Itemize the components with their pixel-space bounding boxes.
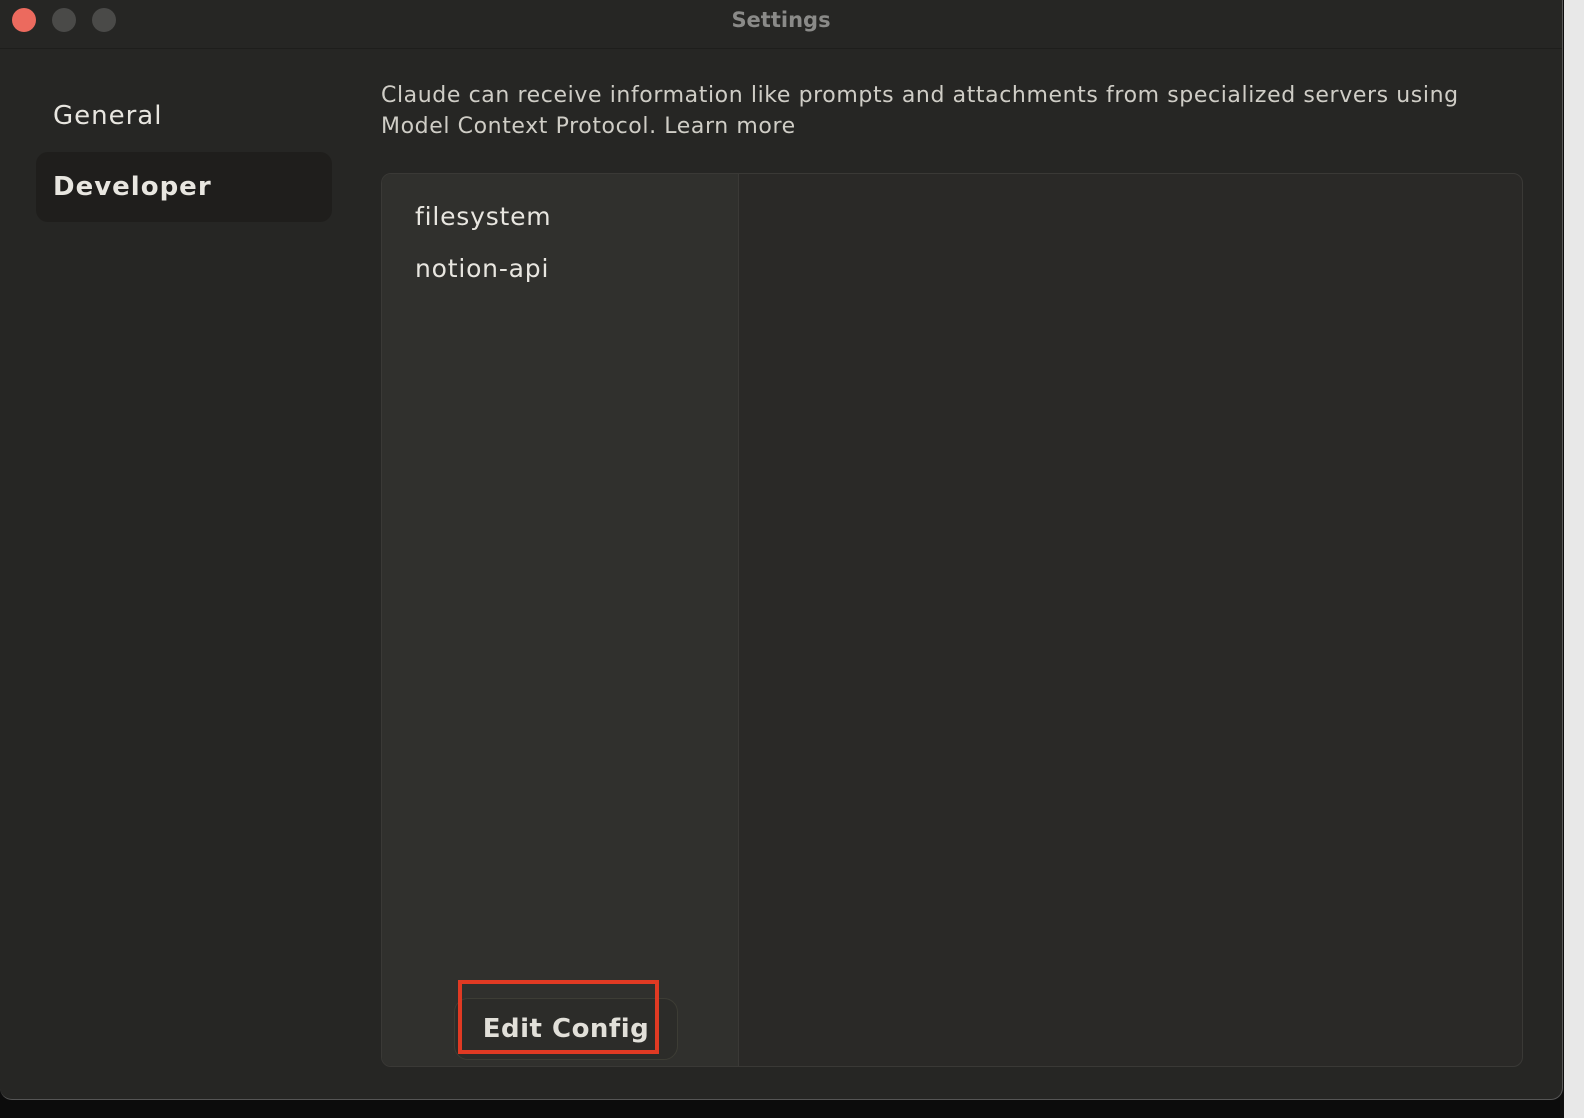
window-title: Settings <box>731 8 831 32</box>
sidebar-item-developer[interactable]: Developer <box>36 152 332 222</box>
sidebar-item-general[interactable]: General <box>36 81 332 151</box>
mcp-description: Claude can receive information like prom… <box>381 80 1501 142</box>
settings-window: Settings General Developer Claude can re… <box>0 0 1563 1100</box>
server-item-filesystem[interactable]: filesystem <box>415 202 551 231</box>
title-bar: Settings <box>0 0 1562 49</box>
mcp-servers-panel: filesystem notion-api Edit Config <box>381 173 1523 1067</box>
server-item-notion-api[interactable]: notion-api <box>415 254 549 283</box>
learn-more-link[interactable]: Learn more <box>664 114 795 139</box>
background-page <box>1564 0 1584 1118</box>
server-list: filesystem notion-api Edit Config <box>382 174 739 1066</box>
description-text: Claude can receive information like prom… <box>381 83 1459 139</box>
edit-config-button[interactable]: Edit Config <box>454 998 678 1060</box>
